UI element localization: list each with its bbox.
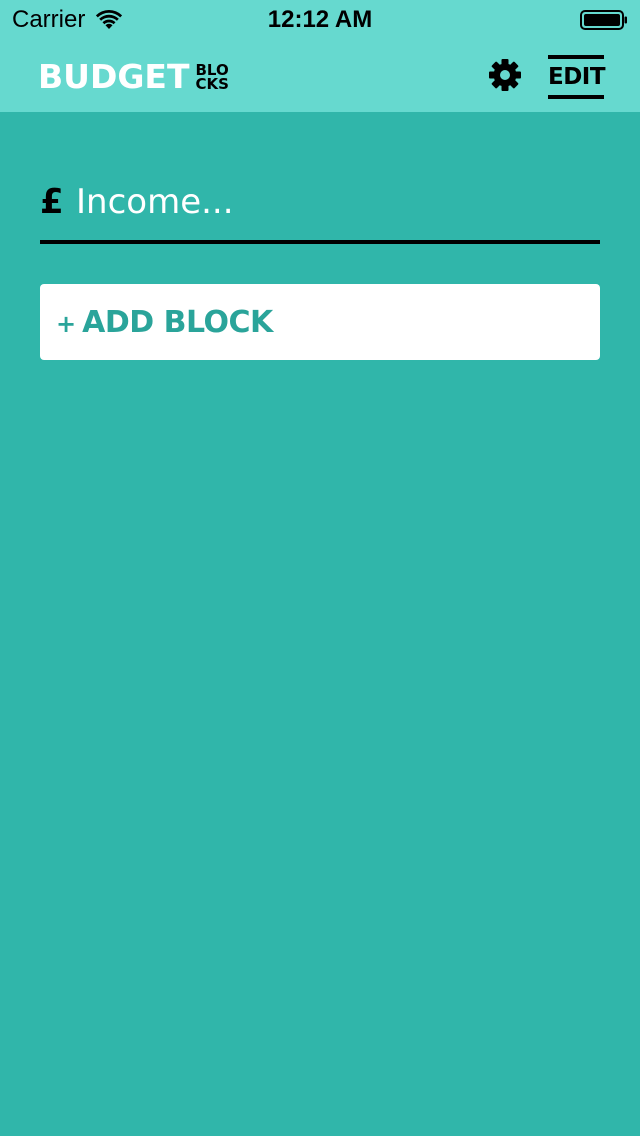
plus-icon: +	[56, 310, 77, 338]
app-header: Carrier 12:12 AM BUDGET BLO CKS EDIT	[0, 0, 640, 112]
navbar: BUDGET BLO CKS EDIT	[0, 40, 640, 112]
income-field: £	[40, 176, 600, 244]
edit-button[interactable]: EDIT	[548, 55, 606, 99]
status-bar: Carrier 12:12 AM	[0, 0, 640, 40]
currency-symbol: £	[40, 182, 64, 222]
status-time: 12:12 AM	[267, 6, 373, 33]
logo-sub-line-2: CKS	[195, 75, 229, 93]
logo-sub-text: BLO CKS	[195, 63, 229, 93]
battery-icon	[580, 10, 627, 30]
add-block-button[interactable]: + ADD BLOCK	[40, 284, 600, 360]
app-logo: BUDGET BLO CKS	[38, 58, 229, 96]
gear-icon[interactable]	[488, 58, 522, 92]
add-block-label: ADD BLOCK	[82, 304, 273, 340]
logo-main-text: BUDGET	[38, 57, 190, 96]
income-input[interactable]	[76, 176, 596, 228]
